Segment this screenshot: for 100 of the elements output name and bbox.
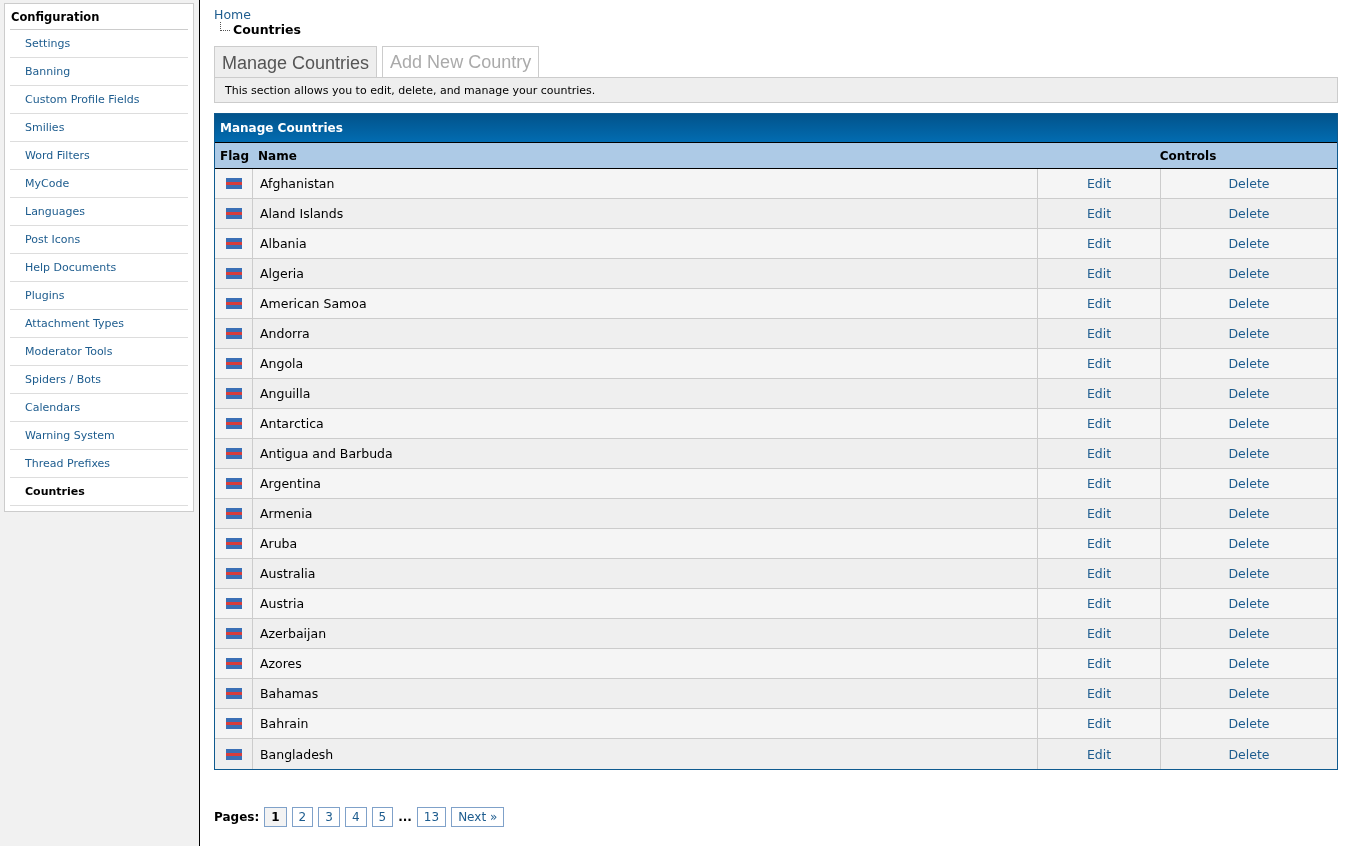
edit-link[interactable]: Edit (1086, 566, 1112, 581)
flag-icon (225, 268, 242, 279)
table-cell: Aruba (253, 529, 1038, 558)
flag-icon (225, 448, 242, 459)
sidebar-item[interactable]: Settings (10, 30, 188, 58)
edit-link[interactable]: Edit (1086, 296, 1112, 311)
flag-icon (225, 508, 242, 519)
sidebar-item[interactable]: MyCode (10, 170, 188, 198)
table-cell: Albania (253, 229, 1038, 258)
delete-link[interactable]: Delete (1228, 386, 1270, 401)
breadcrumb-link[interactable]: Home (214, 7, 251, 22)
delete-link[interactable]: Delete (1228, 356, 1270, 371)
page-link[interactable]: 13 (416, 807, 447, 827)
delete-link[interactable]: Delete (1228, 506, 1270, 521)
edit-link[interactable]: Edit (1086, 386, 1112, 401)
flag-icon (225, 538, 242, 549)
sidebar-title: Configuration (10, 4, 188, 30)
sidebar-item[interactable]: Thread Prefixes (10, 450, 188, 478)
flag-icon (225, 208, 242, 219)
sidebar-item[interactable]: Smilies (10, 114, 188, 142)
edit-link[interactable]: Edit (1086, 716, 1112, 731)
page-link[interactable]: 2 (291, 807, 314, 827)
sidebar-item[interactable]: Post Icons (10, 226, 188, 254)
edit-link[interactable]: Edit (1086, 446, 1112, 461)
table-cell: Andorra (253, 319, 1038, 348)
sidebar-item[interactable]: Countries (10, 478, 188, 506)
edit-link[interactable]: Edit (1086, 206, 1112, 221)
page-link[interactable]: 4 (344, 807, 367, 827)
next-page-link[interactable]: Next » (451, 807, 505, 827)
page-link[interactable]: 5 (371, 807, 394, 827)
edit-link[interactable]: Edit (1086, 746, 1112, 762)
page-link[interactable]: 3 (318, 807, 340, 827)
edit-link[interactable]: Edit (1086, 326, 1112, 341)
delete-link[interactable]: Delete (1228, 266, 1270, 281)
delete-link[interactable]: Delete (1228, 446, 1270, 461)
flag-icon (225, 478, 242, 489)
table-cell: Azores (253, 649, 1038, 678)
edit-link[interactable]: Edit (1086, 416, 1112, 431)
delete-link[interactable]: Delete (1228, 626, 1270, 641)
sidebar-item[interactable]: Calendars (10, 394, 188, 422)
edit-link[interactable]: Edit (1086, 176, 1112, 191)
delete-link[interactable]: Delete (1228, 596, 1270, 611)
flag-icon (225, 688, 242, 699)
sidebar-item[interactable]: Banning (10, 58, 188, 86)
delete-link[interactable]: Delete (1228, 566, 1270, 581)
delete-link[interactable]: Delete (1228, 716, 1270, 731)
edit-link[interactable]: Edit (1086, 236, 1112, 251)
sidebar-item[interactable]: Attachment Types (10, 310, 188, 338)
table-cell: Austria (253, 589, 1038, 618)
sidebar-item[interactable]: Plugins (10, 282, 188, 310)
flag-icon (225, 178, 242, 189)
flag-icon (225, 328, 242, 339)
table-cell: Angola (253, 349, 1038, 378)
edit-link[interactable]: Edit (1086, 476, 1112, 491)
table-cell: Antarctica (253, 409, 1038, 438)
sidebar-item[interactable]: Warning System (10, 422, 188, 450)
column-header: Name (257, 148, 298, 163)
pages-label: Pages: (214, 810, 260, 824)
section-description: This section allows you to edit, delete, and manage your countries. (214, 77, 1338, 103)
sidebar-item[interactable]: Moderator Tools (10, 338, 188, 366)
delete-link[interactable]: Delete (1228, 296, 1270, 311)
table-cell: Anguilla (253, 379, 1038, 408)
sidebar-item[interactable]: Languages (10, 198, 188, 226)
delete-link[interactable]: Delete (1228, 686, 1270, 701)
sidebar-item[interactable]: Custom Profile Fields (10, 86, 188, 114)
table-cell: Aland Islands (253, 199, 1038, 228)
delete-link[interactable]: Delete (1228, 206, 1270, 221)
edit-link[interactable]: Edit (1086, 626, 1112, 641)
flag-icon (225, 658, 242, 669)
table-cell: Afghanistan (253, 169, 1038, 198)
flag-icon (225, 298, 242, 309)
delete-link[interactable]: Delete (1228, 746, 1270, 762)
table-cell: American Samoa (253, 289, 1038, 318)
delete-link[interactable]: Delete (1228, 416, 1270, 431)
pagination-ellipsis: ... (398, 810, 412, 824)
delete-link[interactable]: Delete (1228, 476, 1270, 491)
edit-link[interactable]: Edit (1086, 506, 1112, 521)
delete-link[interactable]: Delete (1228, 326, 1270, 341)
tab[interactable]: Manage Countries (214, 46, 378, 77)
flag-icon (225, 628, 242, 639)
delete-link[interactable]: Delete (1228, 656, 1270, 671)
sidebar-item[interactable]: Help Documents (10, 254, 188, 282)
edit-link[interactable]: Edit (1086, 536, 1112, 551)
delete-link[interactable]: Delete (1228, 236, 1270, 251)
table-cell: Antigua and Barbuda (253, 439, 1038, 468)
delete-link[interactable]: Delete (1228, 536, 1270, 551)
table-cell: Armenia (253, 499, 1038, 528)
breadcrumb-current: Countries (233, 22, 301, 37)
table-cell: Australia (253, 559, 1038, 588)
edit-link[interactable]: Edit (1086, 356, 1112, 371)
edit-link[interactable]: Edit (1086, 656, 1112, 671)
edit-link[interactable]: Edit (1086, 596, 1112, 611)
edit-link[interactable]: Edit (1086, 266, 1112, 281)
table-cell: Bangladesh (253, 739, 1038, 769)
sidebar-item[interactable]: Word Filters (10, 142, 188, 170)
delete-link[interactable]: Delete (1228, 176, 1270, 191)
edit-link[interactable]: Edit (1086, 686, 1112, 701)
sidebar-item[interactable]: Spiders / Bots (10, 366, 188, 394)
table-cell: Azerbaijan (253, 619, 1038, 648)
page-link[interactable]: 1 (264, 807, 287, 827)
